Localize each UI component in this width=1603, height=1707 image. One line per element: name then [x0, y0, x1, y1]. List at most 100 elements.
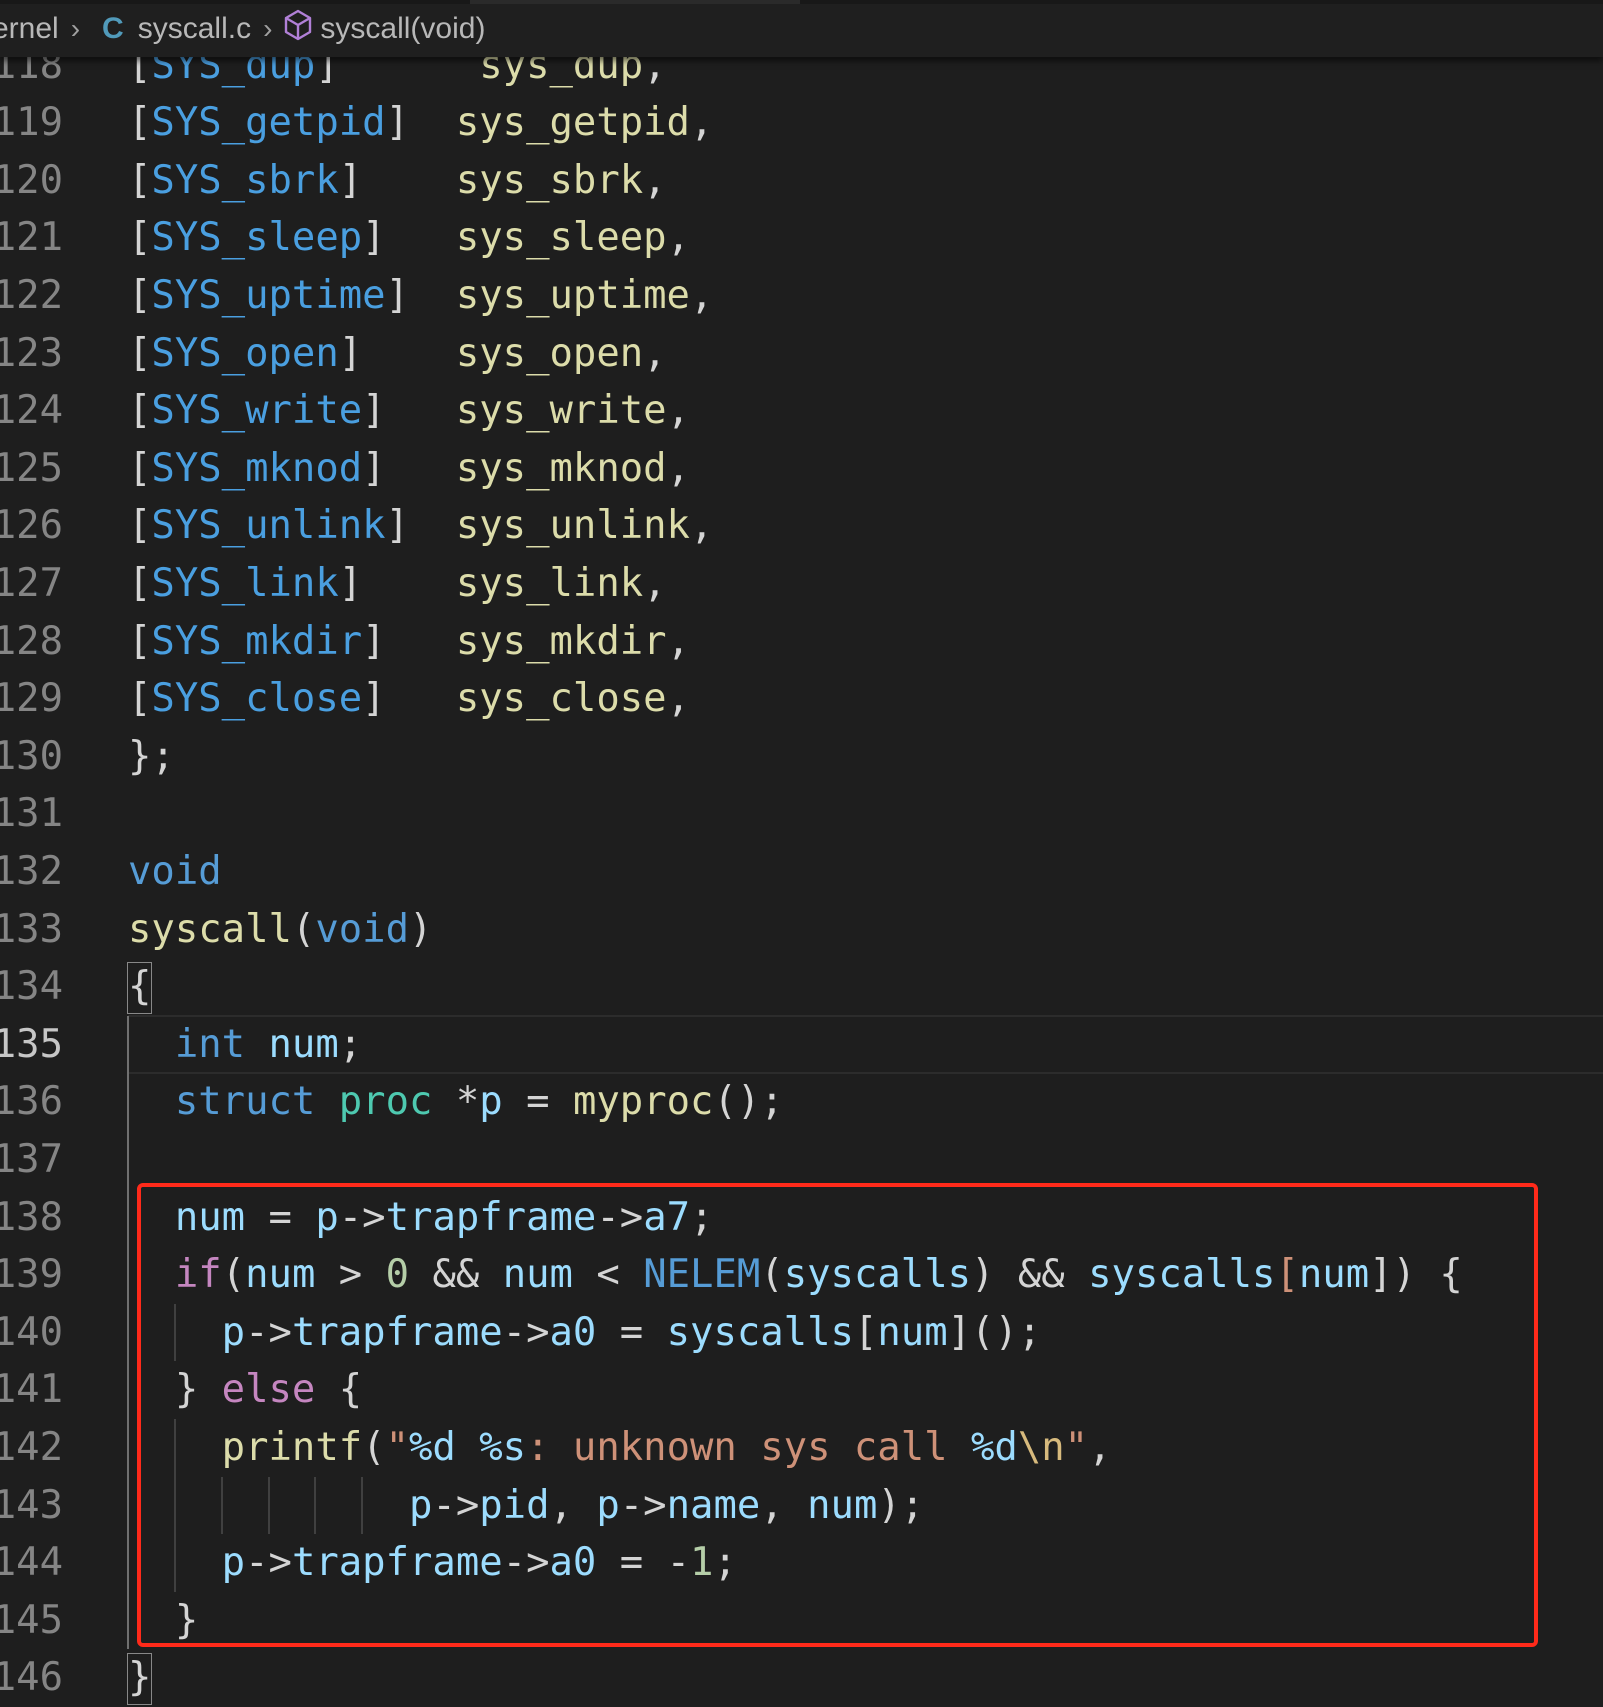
code-token: ,: [643, 560, 667, 606]
code-token: ,: [666, 445, 690, 491]
code-line[interactable]: 128 [SYS_mkdir] sys_mkdir,: [0, 613, 1603, 671]
code-line[interactable]: 130};: [0, 728, 1603, 786]
line-number: 127: [0, 560, 63, 606]
code-line[interactable]: 127 [SYS_link] sys_link,: [0, 555, 1603, 613]
code-token: SYS_uptime: [151, 272, 386, 318]
code-line[interactable]: 124 [SYS_write] sys_write,: [0, 382, 1603, 440]
code-token: sys_getpid: [455, 100, 690, 146]
code-line[interactable]: 119 [SYS_getpid] sys_getpid,: [0, 94, 1603, 152]
code-token: proc: [338, 1079, 433, 1125]
code-token: void: [315, 906, 409, 952]
code-token: sys_sbrk: [455, 157, 644, 203]
line-number: 128: [0, 618, 63, 664]
code-token: SYS_sbrk: [151, 157, 339, 203]
code-token: ,: [689, 503, 714, 549]
line-number: 129: [0, 676, 63, 722]
code-token: [: [128, 560, 152, 606]
code-line[interactable]: 131: [0, 785, 1603, 843]
code-token: SYS_close: [151, 676, 363, 722]
code-token: sys_mkdir: [455, 618, 667, 664]
code-line[interactable]: 137: [0, 1131, 1603, 1189]
code-text: };: [128, 728, 175, 786]
line-number: 143: [0, 1482, 63, 1528]
code-token: int: [174, 1021, 246, 1067]
code-token: void: [128, 848, 222, 894]
line-number: 122: [0, 272, 63, 318]
line-number: 126: [0, 503, 63, 549]
line-number: 138: [0, 1194, 63, 1240]
highlight-annotation-box: [137, 1183, 1538, 1647]
line-number: 132: [0, 848, 63, 894]
code-token: (: [291, 906, 316, 952]
code-text: int num;: [128, 1016, 362, 1074]
code-line[interactable]: 135 int num;: [0, 1016, 1603, 1074]
code-text: void: [128, 843, 222, 901]
indent-guide: [127, 1015, 129, 1650]
breadcrumb-label: ernel: [0, 11, 59, 45]
c-file-icon: C: [102, 11, 124, 45]
line-number: 121: [0, 215, 63, 261]
code-token: [: [128, 100, 152, 146]
code-token: p: [479, 1079, 503, 1125]
line-number: 142: [0, 1424, 63, 1470]
code-line[interactable]: 146}: [0, 1649, 1603, 1707]
code-text: [SYS_link] sys_link,: [128, 555, 667, 613]
code-token: SYS_mkdir: [151, 618, 363, 664]
line-number: 125: [0, 445, 63, 491]
breadcrumb-item-file[interactable]: C syscall.c: [66, 12, 251, 46]
code-line[interactable]: 136 struct proc *p = myproc();: [0, 1073, 1603, 1131]
code-line[interactable]: 121 [SYS_sleep] sys_sleep,: [0, 209, 1603, 267]
code-token: ;: [338, 1021, 363, 1067]
code-token: sys_link: [455, 560, 644, 606]
line-number: 146: [0, 1655, 63, 1701]
code-text: [SYS_write] sys_write,: [128, 382, 690, 440]
code-line[interactable]: 134{: [0, 958, 1603, 1016]
tab-bar-strip: [0, 0, 1603, 4]
code-token: [: [128, 503, 152, 549]
line-number: 120: [0, 157, 63, 203]
code-line[interactable]: 125 [SYS_mknod] sys_mknod,: [0, 440, 1603, 498]
code-token: ): [409, 906, 433, 952]
code-token: syscall: [128, 906, 292, 952]
code-line[interactable]: 133 syscall(void): [0, 901, 1603, 959]
code-token: ]: [385, 503, 456, 549]
code-token: struct: [174, 1079, 316, 1125]
breadcrumb-item-kernel[interactable]: ernel: [0, 12, 59, 46]
code-text: [SYS_sleep] sys_sleep,: [128, 209, 690, 267]
code-token: ,: [643, 157, 667, 203]
line-number: 119: [0, 100, 63, 146]
code-token: [: [128, 445, 152, 491]
code-token: sys_write: [455, 388, 667, 434]
code-text: [SYS_unlink] sys_unlink,: [128, 497, 713, 555]
code-token: SYS_open: [151, 330, 339, 376]
code-token: sys_open: [455, 330, 644, 376]
line-number: 124: [0, 388, 63, 434]
code-line[interactable]: 122 [SYS_uptime] sys_uptime,: [0, 267, 1603, 325]
line-number: 123: [0, 330, 63, 376]
code-line[interactable]: 123 [SYS_open] sys_open,: [0, 325, 1603, 383]
code-token: =: [502, 1079, 573, 1125]
code-token: SYS_sleep: [151, 215, 363, 261]
line-number: 130: [0, 733, 63, 779]
breadcrumb-item-symbol[interactable]: syscall(void): [284, 9, 485, 49]
bracket-match-highlight: [127, 962, 153, 1014]
code-line[interactable]: 126 [SYS_unlink] sys_unlink,: [0, 497, 1603, 555]
code-text: [SYS_mkdir] sys_mkdir,: [128, 613, 690, 671]
code-token: [: [128, 272, 152, 318]
code-token: ]: [338, 560, 456, 606]
code-line[interactable]: 120 [SYS_sbrk] sys_sbrk,: [0, 152, 1603, 210]
code-token: ,: [666, 618, 690, 664]
code-token: sys_uptime: [455, 272, 690, 318]
code-token: ,: [643, 330, 667, 376]
code-line[interactable]: 132 void: [0, 843, 1603, 901]
code-line[interactable]: 129 [SYS_close] sys_close,: [0, 670, 1603, 728]
code-token: ]: [338, 157, 456, 203]
code-token: ]: [362, 676, 456, 722]
code-token: SYS_unlink: [151, 503, 386, 549]
bracket-match-highlight: [127, 1653, 153, 1705]
code-text: [SYS_open] sys_open,: [128, 325, 667, 383]
